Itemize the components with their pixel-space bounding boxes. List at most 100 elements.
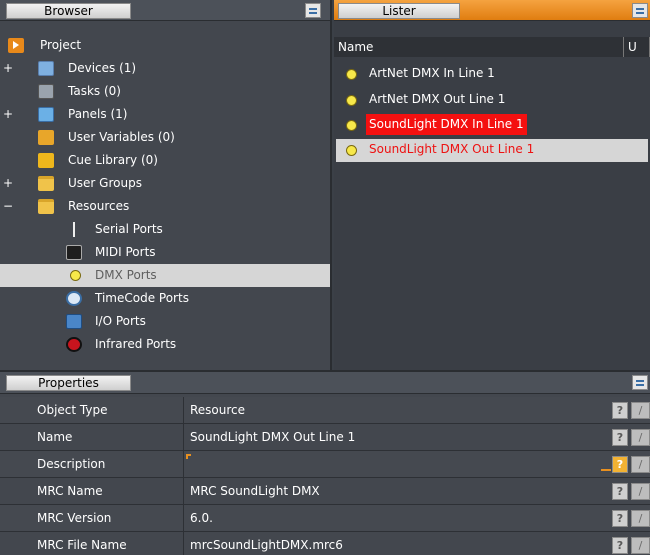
list-item-label: ArtNet DMX Out Line 1 <box>369 92 506 106</box>
tree-item-infrared-ports[interactable]: Infrared Ports <box>0 333 330 356</box>
midi-port-icon <box>66 245 82 260</box>
edit-icon[interactable]: / <box>631 402 650 419</box>
folder-icon <box>38 199 54 214</box>
property-value[interactable]: mrcSoundLightDMX.mrc6 <box>190 532 343 555</box>
tab-lister[interactable]: Lister <box>338 3 460 19</box>
tree-label: Cue Library (0) <box>68 153 158 167</box>
edit-icon[interactable]: / <box>631 456 650 473</box>
folder-icon <box>38 176 54 191</box>
dmx-port-icon <box>342 93 358 108</box>
tree-item-devices[interactable]: + Devices (1) <box>0 57 330 80</box>
tree-label: DMX Ports <box>95 268 157 282</box>
tree-item-project[interactable]: Project <box>0 34 330 57</box>
property-row-mrc-version[interactable]: MRC Version 6.0. ? / <box>0 505 650 532</box>
tab-browser[interactable]: Browser <box>6 3 131 19</box>
property-value[interactable]: 6.0. <box>190 505 213 532</box>
browser-header: Browser <box>0 0 330 21</box>
tree-item-io-ports[interactable]: I/O Ports <box>0 310 330 333</box>
tree-label: Resources <box>68 199 130 213</box>
list-item[interactable]: SoundLight DMX Out Line 1 <box>336 139 648 162</box>
tree-item-tasks[interactable]: Tasks (0) <box>0 80 330 103</box>
panel-menu-icon[interactable] <box>305 3 321 18</box>
column-header-name[interactable]: Name <box>334 37 624 57</box>
property-name: MRC Name <box>37 484 103 498</box>
devices-icon <box>38 61 54 76</box>
list-item[interactable]: ArtNet DMX In Line 1 <box>336 63 648 86</box>
tree-item-resources[interactable]: − Resources <box>0 195 330 218</box>
tree-label: MIDI Ports <box>95 245 156 259</box>
property-row-description[interactable]: Description ? / <box>0 451 650 478</box>
column-divider <box>183 532 184 555</box>
help-icon[interactable]: ? <box>612 483 628 500</box>
help-icon[interactable]: ? <box>612 429 628 446</box>
panel-menu-icon[interactable] <box>632 3 648 18</box>
user-variables-icon <box>38 130 54 145</box>
edit-icon[interactable]: / <box>631 510 650 527</box>
dmx-port-icon <box>66 268 82 283</box>
property-value[interactable]: Resource <box>190 397 245 424</box>
tasks-icon <box>38 84 54 99</box>
tree-label: Serial Ports <box>95 222 163 236</box>
tree-item-midi-ports[interactable]: MIDI Ports <box>0 241 330 264</box>
io-port-icon <box>66 314 82 329</box>
tree-item-cue-library[interactable]: Cue Library (0) <box>0 149 330 172</box>
collapse-icon[interactable]: − <box>3 195 13 218</box>
tree-item-dmx-ports[interactable]: DMX Ports <box>0 264 330 287</box>
edit-marker <box>186 454 191 459</box>
project-icon <box>8 38 24 53</box>
edit-icon[interactable]: / <box>631 537 650 554</box>
property-row-mrc-name[interactable]: MRC Name MRC SoundLight DMX ? / <box>0 478 650 505</box>
property-value[interactable]: MRC SoundLight DMX <box>190 478 320 505</box>
tree-label: Tasks (0) <box>68 84 121 98</box>
tree-label: TimeCode Ports <box>95 291 189 305</box>
list-item[interactable]: SoundLight DMX In Line 1 <box>336 114 648 137</box>
lister-panel: Lister Name U ArtNet DMX In Line 1 ArtNe… <box>334 0 650 370</box>
tree-label: Devices (1) <box>68 61 137 75</box>
panel-menu-icon[interactable] <box>632 375 648 390</box>
tree-label: User Groups <box>68 176 142 190</box>
list-item-label: ArtNet DMX In Line 1 <box>369 66 495 80</box>
help-icon[interactable]: ? <box>612 510 628 527</box>
list-item[interactable]: ArtNet DMX Out Line 1 <box>336 89 648 112</box>
cue-library-icon <box>38 153 54 168</box>
property-name: Description <box>37 457 106 471</box>
property-name: Object Type <box>37 403 108 417</box>
tree-label: User Variables (0) <box>68 130 175 144</box>
property-row-mrc-file-name[interactable]: MRC File Name mrcSoundLightDMX.mrc6 ? / <box>0 532 650 555</box>
property-value[interactable]: SoundLight DMX Out Line 1 <box>190 424 355 451</box>
tree-label: I/O Ports <box>95 314 146 328</box>
tree-item-user-variables[interactable]: User Variables (0) <box>0 126 330 149</box>
edit-marker <box>601 469 611 471</box>
serial-port-icon <box>66 222 82 237</box>
tree-label: Panels (1) <box>68 107 128 121</box>
property-row-object-type[interactable]: Object Type Resource ? / <box>0 397 650 424</box>
dmx-port-icon <box>342 143 358 158</box>
column-divider <box>183 451 184 477</box>
tree-item-serial-ports[interactable]: Serial Ports <box>0 218 330 241</box>
column-header-u[interactable]: U <box>624 37 650 57</box>
tree-item-timecode-ports[interactable]: TimeCode Ports <box>0 287 330 310</box>
edit-icon[interactable]: / <box>631 483 650 500</box>
expand-icon[interactable]: + <box>3 172 13 195</box>
property-name: Name <box>37 430 73 444</box>
properties-grid: Object Type Resource ? / Name SoundLight… <box>0 397 650 555</box>
edit-icon[interactable]: / <box>631 429 650 446</box>
dmx-port-icon <box>342 118 358 133</box>
dmx-port-icon <box>342 67 358 82</box>
help-icon[interactable]: ? <box>612 537 628 554</box>
column-divider <box>183 505 184 531</box>
list-item-label: SoundLight DMX Out Line 1 <box>369 142 535 156</box>
tree-item-panels[interactable]: + Panels (1) <box>0 103 330 126</box>
tree-item-user-groups[interactable]: + User Groups <box>0 172 330 195</box>
property-row-name[interactable]: Name SoundLight DMX Out Line 1 ? / <box>0 424 650 451</box>
expand-icon[interactable]: + <box>3 57 13 80</box>
lister-header: Lister <box>334 0 650 21</box>
expand-icon[interactable]: + <box>3 103 13 126</box>
infrared-port-icon <box>66 337 82 352</box>
tree-label: Project <box>40 38 82 52</box>
column-divider <box>183 478 184 504</box>
column-divider <box>183 424 184 450</box>
help-icon[interactable]: ? <box>612 402 628 419</box>
help-icon[interactable]: ? <box>612 456 628 473</box>
tab-properties[interactable]: Properties <box>6 375 131 391</box>
